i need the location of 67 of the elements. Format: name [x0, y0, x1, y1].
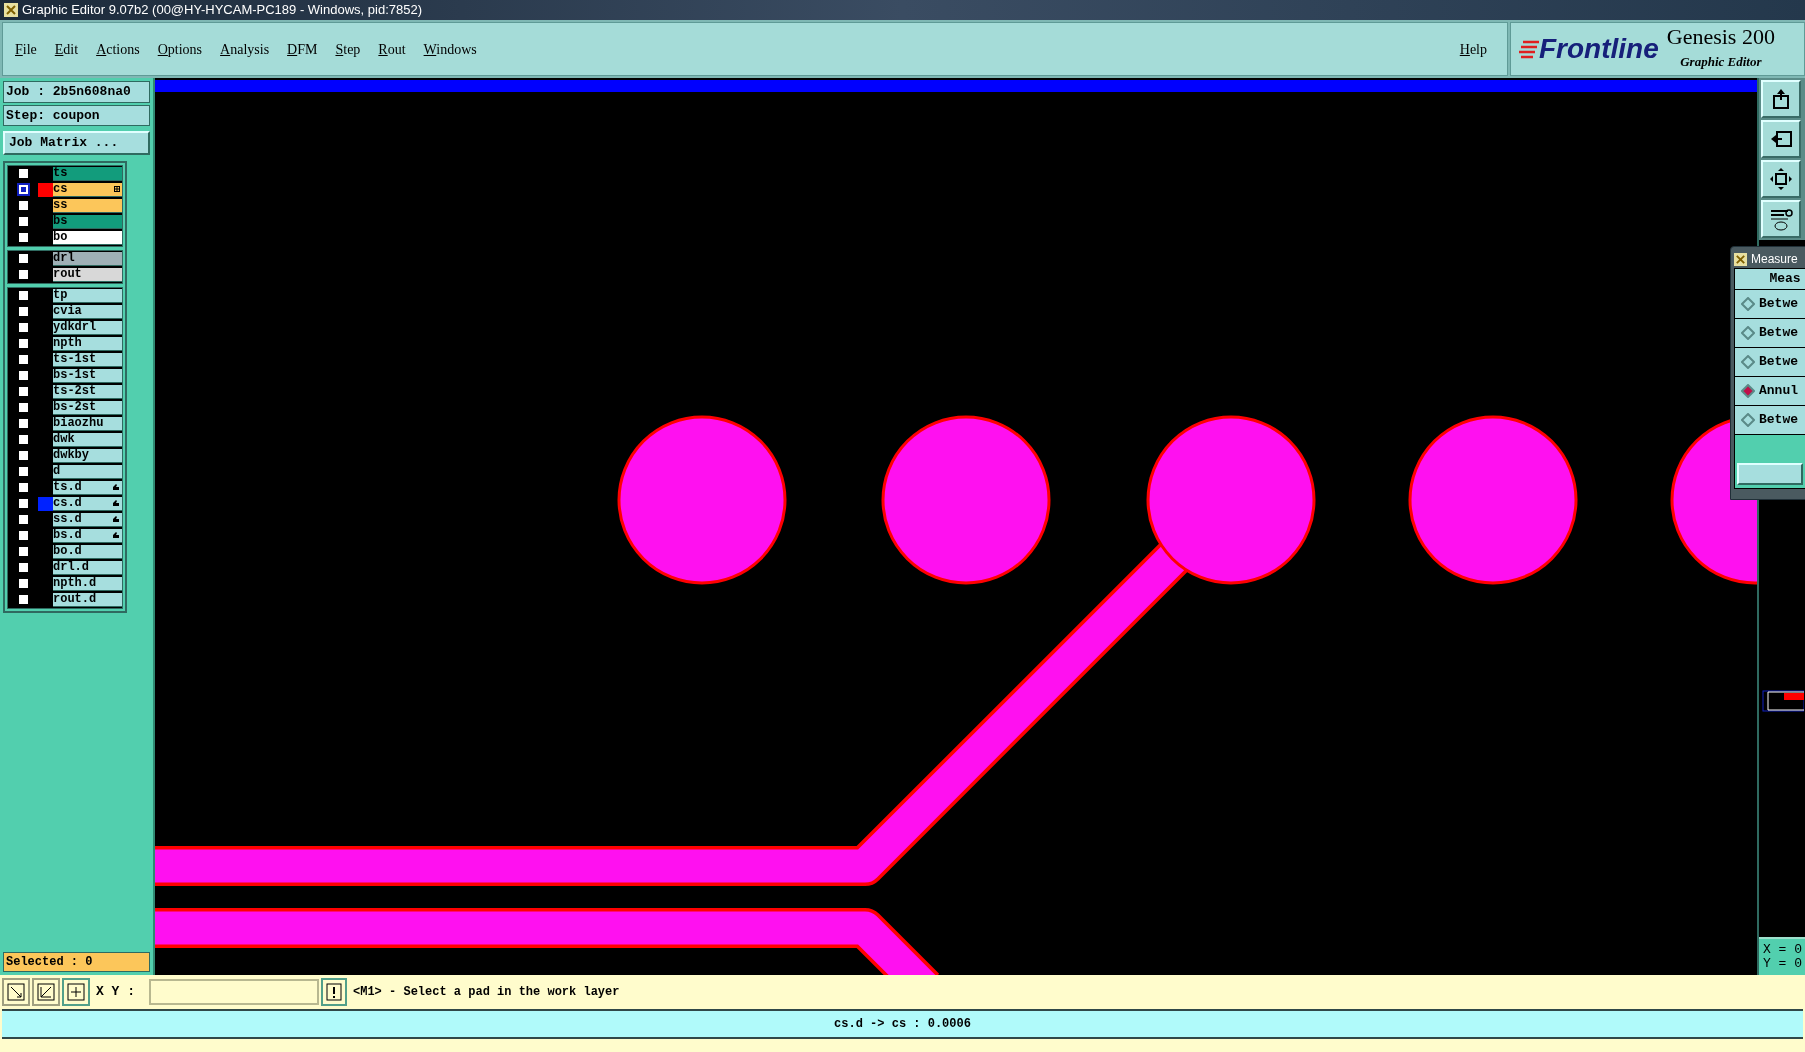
- menu-item[interactable]: Options: [157, 38, 203, 60]
- window-title: Graphic Editor 9.07b2 (00@HY-HYCAM-PC189 - Windows, pid:7852): [22, 1, 422, 20]
- layer-label: bs.d: [53, 529, 83, 541]
- option-label: Annul: [1759, 382, 1798, 401]
- menu-item[interactable]: Rout: [378, 38, 406, 60]
- layer-name[interactable]: bo.d: [53, 544, 122, 559]
- layer-name[interactable]: drl.d: [53, 560, 122, 575]
- product-subtitle: Graphic Editor: [1680, 53, 1762, 72]
- layer-label: cs: [53, 183, 69, 195]
- product-name: Genesis 200: [1666, 26, 1775, 49]
- menu-item[interactable]: Analysis: [220, 38, 270, 60]
- job-matrix-button[interactable]: Job Matrix ...: [3, 131, 150, 155]
- layer-name[interactable]: bs: [53, 214, 122, 229]
- menu-item[interactable]: Help: [1459, 38, 1487, 60]
- layer-name[interactable]: dwk: [53, 432, 122, 447]
- layer-name[interactable]: cs: [53, 182, 122, 197]
- layer-name[interactable]: cvia: [53, 304, 122, 319]
- layer-name[interactable]: npth: [53, 336, 122, 351]
- prompt-message: <M1> - Select a pad in the work layer: [352, 984, 620, 1001]
- step-label: Step: coupon: [3, 104, 150, 126]
- layer-name[interactable]: ts: [53, 166, 122, 181]
- layer-name[interactable]: tp: [53, 288, 122, 303]
- layer-name[interactable]: bo: [53, 230, 122, 245]
- layer-name[interactable]: ss: [53, 198, 122, 213]
- layer-name[interactable]: dwkby: [53, 448, 122, 463]
- layer-name[interactable]: drl: [53, 251, 122, 266]
- dialog-header: Meas: [1735, 269, 1805, 290]
- job-label: Job : 2b5n608na0: [3, 81, 150, 103]
- coordinate-readout: Y = 0: [1763, 957, 1801, 971]
- layer-name[interactable]: ydkdrl: [53, 320, 122, 335]
- layer-name[interactable]: rout.d: [53, 592, 122, 607]
- option-label: Betwe: [1759, 353, 1798, 372]
- layer-label: cs.d: [53, 497, 83, 509]
- option-label: Betwe: [1759, 411, 1798, 430]
- option-label: Betwe: [1759, 324, 1798, 343]
- menu-item[interactable]: DFM: [287, 38, 318, 60]
- layer-name[interactable]: rout: [53, 267, 122, 282]
- brand-logo: Frontline: [1539, 32, 1659, 66]
- layer-name[interactable]: bs-2st: [53, 400, 122, 415]
- layer-name[interactable]: ts-1st: [53, 352, 122, 367]
- layer-name[interactable]: d: [53, 464, 122, 479]
- layer-name[interactable]: bs.d: [53, 528, 122, 543]
- measure-option[interactable]: Betwe: [1735, 319, 1805, 348]
- option-label: Betwe: [1759, 295, 1798, 314]
- menu-item[interactable]: File: [15, 38, 37, 60]
- measure-option[interactable]: Annul: [1735, 377, 1805, 406]
- layer-name[interactable]: ts.d: [53, 480, 122, 495]
- measure-option[interactable]: Betwe: [1735, 290, 1805, 319]
- menu-item[interactable]: Edit: [54, 38, 79, 60]
- layer-name[interactable]: npth.d: [53, 576, 122, 591]
- coordinate-readout: X = 0: [1763, 943, 1801, 957]
- menu-item[interactable]: Step: [335, 38, 361, 60]
- layer-label: ss.d: [53, 513, 83, 525]
- layer-name[interactable]: ss.d: [53, 512, 122, 527]
- measure-option[interactable]: Betwe: [1735, 348, 1805, 377]
- dialog-title: Measure: [1751, 251, 1798, 268]
- layer-name[interactable]: bs-1st: [53, 368, 122, 383]
- measure-option[interactable]: Betwe: [1735, 406, 1805, 435]
- selected-count: Selected : 0: [3, 952, 150, 972]
- layer-name[interactable]: biaozhu: [53, 416, 122, 431]
- xy-label: X Y :: [95, 983, 136, 1002]
- menu-item[interactable]: Actions: [96, 38, 140, 60]
- status-text: cs.d -> cs : 0.0006: [834, 1016, 971, 1033]
- menu-item[interactable]: Windows: [423, 38, 477, 60]
- layer-name[interactable]: cs.d: [53, 496, 122, 511]
- layer-name[interactable]: ts-2st: [53, 384, 122, 399]
- layer-label: ts.d: [53, 481, 83, 493]
